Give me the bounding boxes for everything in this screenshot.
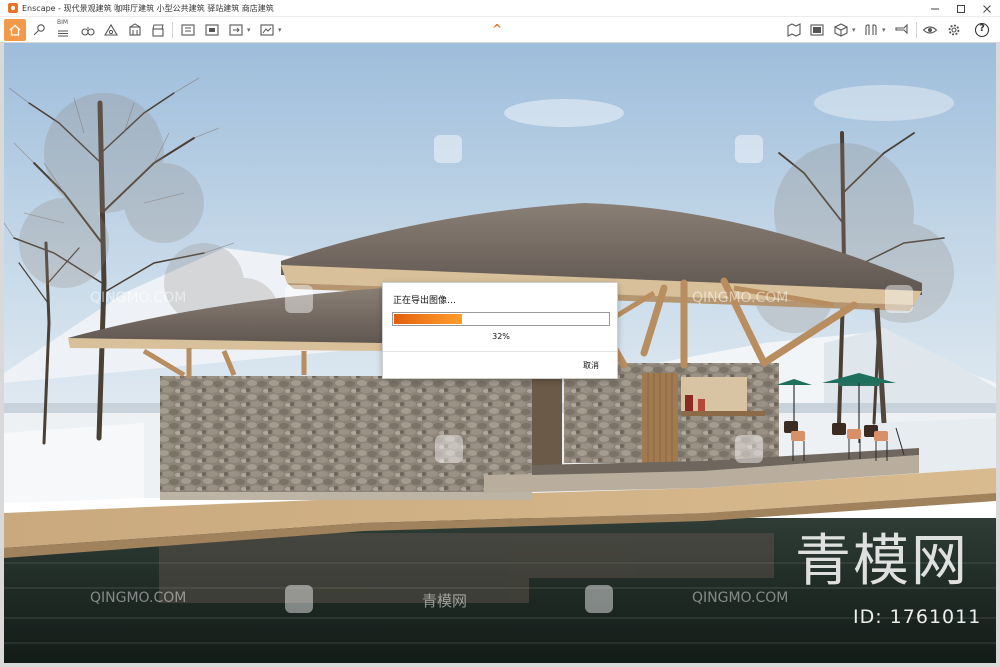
export-progress-dialog: 正在导出图像… 32% 取消 — [382, 282, 618, 379]
window-frame-bottom — [0, 663, 1000, 667]
export-dropdown-caret[interactable]: ▾ — [247, 26, 251, 34]
close-button[interactable] — [974, 0, 1000, 17]
site-watermark-text: QINGMO.COM — [90, 290, 187, 306]
map-icon[interactable] — [785, 21, 803, 39]
panorama-icon[interactable] — [258, 21, 276, 39]
visibility-icon[interactable] — [921, 21, 939, 39]
collapse-toolbar-icon[interactable]: ^ — [492, 22, 502, 36]
help-icon[interactable]: ? — [973, 21, 991, 39]
toolbar-divider — [172, 22, 173, 38]
building-icon[interactable] — [126, 21, 144, 39]
binoculars-icon[interactable] — [79, 21, 97, 39]
location-pin-icon[interactable] — [30, 21, 48, 39]
clapper-icon[interactable] — [149, 21, 167, 39]
enscape-logo-icon — [8, 3, 18, 13]
brand-watermark: 青模网 — [795, 529, 969, 594]
window-title: Enscape - 现代景观建筑 咖啡厅建筑 小型公共建筑 驿站建筑 商店建筑 — [22, 3, 274, 13]
minimize-button[interactable] — [922, 0, 948, 17]
home-icon — [9, 24, 21, 36]
cube-icon[interactable] — [832, 21, 850, 39]
cube-dropdown-caret[interactable]: ▾ — [852, 26, 856, 34]
site-watermark-text: QINGMO.COM — [692, 590, 789, 606]
site-watermark-text: QINGMO.COM — [692, 290, 789, 306]
site-watermark-text: QINGMO.COM — [90, 590, 187, 606]
window-controls — [922, 0, 1000, 17]
panorama-dropdown-caret[interactable]: ▾ — [278, 26, 282, 34]
home-button[interactable] — [4, 19, 26, 41]
help-label: ? — [979, 23, 985, 34]
video-icon[interactable] — [808, 21, 826, 39]
screenshot-icon[interactable] — [179, 21, 197, 39]
settings-icon[interactable] — [945, 21, 963, 39]
cancel-button[interactable]: 取消 — [583, 360, 599, 371]
window-frame-right — [996, 43, 1000, 667]
collaboration-icon[interactable] — [893, 21, 911, 39]
sun-icon[interactable] — [102, 21, 120, 39]
bim-label: BIM — [57, 19, 69, 26]
batch-render-icon[interactable] — [203, 21, 221, 39]
progress-fill — [394, 314, 462, 324]
split-view-dropdown-caret[interactable]: ▾ — [882, 26, 886, 34]
export-progress-bar — [392, 312, 610, 326]
dialog-divider — [383, 351, 617, 352]
toolbar-divider — [916, 22, 917, 38]
id-watermark: ID: 1761011 — [853, 606, 982, 628]
main-toolbar: BIM ▾ ▾ ^ ▾ ▾ ? — [0, 17, 1000, 43]
title-bar: Enscape - 现代景观建筑 咖啡厅建筑 小型公共建筑 驿站建筑 商店建筑 — [0, 0, 1000, 17]
site-watermark-cn: 青模网 — [422, 592, 468, 610]
split-view-icon[interactable] — [862, 21, 880, 39]
export-icon[interactable] — [227, 21, 245, 39]
maximize-button[interactable] — [948, 0, 974, 17]
dialog-title: 正在导出图像… — [393, 296, 457, 306]
progress-percent: 32% — [492, 332, 510, 341]
